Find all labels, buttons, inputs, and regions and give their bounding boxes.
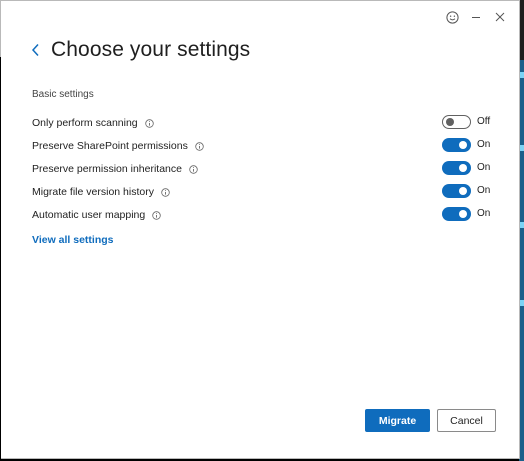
toggle-preserve-permission-inheritance[interactable] [442,161,471,175]
toggle-migrate-file-version-history[interactable] [442,184,471,198]
toggle-only-perform-scanning[interactable] [442,115,471,129]
info-icon[interactable] [144,118,154,128]
cancel-button[interactable]: Cancel [437,409,496,432]
setting-label: Preserve permission inheritance [32,163,182,175]
info-icon[interactable] [195,141,204,151]
setting-row-preserve-permission-inheritance: Preserve permission inheritance On [32,161,492,177]
minimize-icon[interactable] [469,10,483,24]
info-icon[interactable] [161,187,170,197]
toggle-state-label: Off [477,116,491,127]
setting-label: Migrate file version history [32,186,154,198]
setting-label: Only perform scanning [32,117,138,129]
background-edge-left [0,57,1,461]
toggle-state-label: On [477,139,491,150]
window-controls [445,10,507,24]
view-all-settings-link[interactable]: View all settings [32,234,114,246]
toggle-state-label: On [477,185,491,196]
dialog-header: Choose your settings [31,38,250,62]
chevron-left-icon[interactable] [31,40,43,60]
smiley-icon[interactable] [445,10,459,24]
info-icon[interactable] [189,164,198,174]
info-icon[interactable] [152,210,161,220]
migrate-button[interactable]: Migrate [365,409,430,432]
setting-row-migrate-file-version-history: Migrate file version history On [32,184,492,200]
toggle-preserve-sharepoint-permissions[interactable] [442,138,471,152]
setting-row-automatic-user-mapping: Automatic user mapping On [32,207,492,223]
toggle-automatic-user-mapping[interactable] [442,207,471,221]
settings-dialog: Choose your settings Basic settings Only… [0,0,520,459]
toggle-state-label: On [477,208,491,219]
setting-row-only-perform-scanning: Only perform scanning Off [32,115,492,131]
setting-label: Preserve SharePoint permissions [32,140,188,152]
toggle-state-label: On [477,162,491,173]
setting-row-preserve-sharepoint-permissions: Preserve SharePoint permissions On [32,138,492,154]
close-icon[interactable] [493,10,507,24]
setting-label: Automatic user mapping [32,209,146,221]
page-title: Choose your settings [51,38,251,61]
section-label: Basic settings [32,89,94,100]
